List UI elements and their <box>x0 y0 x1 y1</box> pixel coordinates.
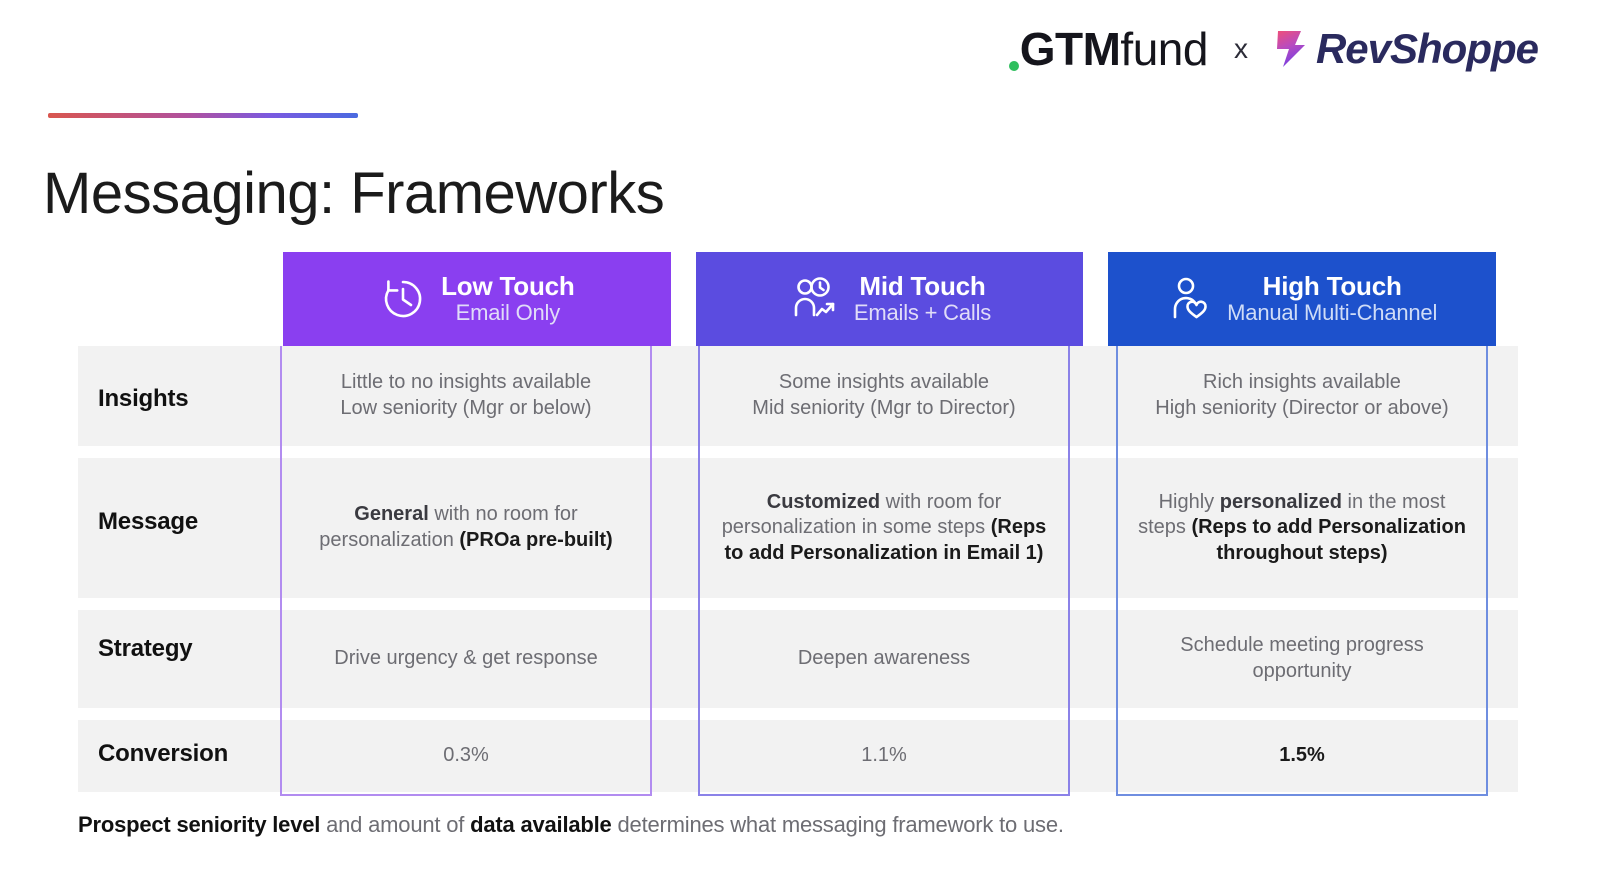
footer-bold-1: Prospect seniority level <box>78 812 321 837</box>
clock-history-icon <box>379 275 427 323</box>
cell-bold: (Reps to add Personalization throughout … <box>1191 516 1466 564</box>
footer-mid-text: and amount of <box>320 812 471 837</box>
matrix-cells: Little to no insights available Low seni… <box>78 346 1518 796</box>
brand-separator: x <box>1233 33 1248 64</box>
cell-conversion-high-touch: 1.5% <box>1279 744 1325 767</box>
page-title: Messaging: Frameworks <box>43 161 665 226</box>
column-subtitle: Email Only <box>455 300 561 326</box>
lightning-bolt-icon <box>1276 31 1305 67</box>
cell-line-1: Little to no insights available <box>340 371 592 394</box>
gtmfund-light-text: fund <box>1120 23 1208 75</box>
cell-strategy-mid-touch: Deepen awareness <box>797 647 971 670</box>
footer-tail-text: determines what messaging framework to u… <box>611 812 1064 837</box>
cell-insights-mid-touch: Some insights available Mid seniority (M… <box>698 346 1070 446</box>
cell-conversion-low-touch: 0.3% <box>443 744 489 767</box>
cell-insights-low-touch: Little to no insights available Low seni… <box>280 346 652 446</box>
cell-line-2: Low seniority (Mgr or below) <box>340 397 592 419</box>
column-subtitle: Emails + Calls <box>853 300 992 326</box>
person-clock-trend-icon <box>788 275 840 323</box>
gtmfund-bold-text: GTM <box>1019 23 1121 75</box>
green-dot-icon <box>1008 61 1019 71</box>
framework-matrix: Low Touch Email Only Mid Touch Emails + … <box>78 252 1518 796</box>
gtmfund-logo: GTM fund <box>1008 22 1208 76</box>
cell-bold: (PROa pre-built) <box>459 529 613 551</box>
cell-insights-high-touch: Rich insights available High seniority (… <box>1116 346 1488 446</box>
column-header-mid-touch[interactable]: Mid Touch Emails + Calls <box>693 252 1106 346</box>
column-title: Low Touch <box>441 271 575 302</box>
brand-lockup: GTM fund x RevShoppe <box>1008 22 1539 76</box>
person-heart-icon <box>1167 275 1213 323</box>
column-header-low-touch[interactable]: Low Touch Email Only <box>280 252 693 346</box>
cell-message-mid-touch: Customized with room for personalization… <box>698 458 1070 598</box>
revshoppe-wordmark: RevShoppe <box>1315 25 1539 72</box>
cell-strategy-low-touch: Drive urgency & get response <box>334 647 598 670</box>
cell-line-1: Rich insights available <box>1203 371 1401 394</box>
cell-line-2: Mid seniority (Mgr to Director) <box>752 397 1016 419</box>
cell-conversion-mid-touch: 1.1% <box>861 744 907 767</box>
cell-line-2: High seniority (Director or above) <box>1155 397 1449 419</box>
cell-emphasis: General <box>354 503 429 526</box>
cell-message-high-touch: Highly personalized in the most steps (R… <box>1116 458 1488 598</box>
cell-prefix: Highly <box>1158 490 1220 513</box>
accent-rule <box>48 113 358 118</box>
column-subtitle: Manual Multi-Channel <box>1227 300 1438 326</box>
cell-emphasis: personalized <box>1219 490 1342 513</box>
cell-emphasis: Customized <box>766 490 881 513</box>
footer-note: Prospect seniority level and amount of d… <box>78 812 1064 838</box>
matrix-header-row: Low Touch Email Only Mid Touch Emails + … <box>78 252 1518 346</box>
footer-bold-2: data available <box>470 812 612 837</box>
cell-message-low-touch: General with no room for personalization… <box>280 458 652 598</box>
column-header-high-touch[interactable]: High Touch Manual Multi-Channel <box>1105 252 1518 346</box>
header-corner-spacer <box>78 252 280 346</box>
column-title: Mid Touch <box>859 271 986 302</box>
cell-strategy-high-touch: Schedule meeting progress opportunity <box>1180 634 1424 682</box>
revshoppe-logo: RevShoppe <box>1274 25 1539 73</box>
column-title: High Touch <box>1262 271 1402 302</box>
cell-line-1: Some insights available <box>778 371 990 394</box>
